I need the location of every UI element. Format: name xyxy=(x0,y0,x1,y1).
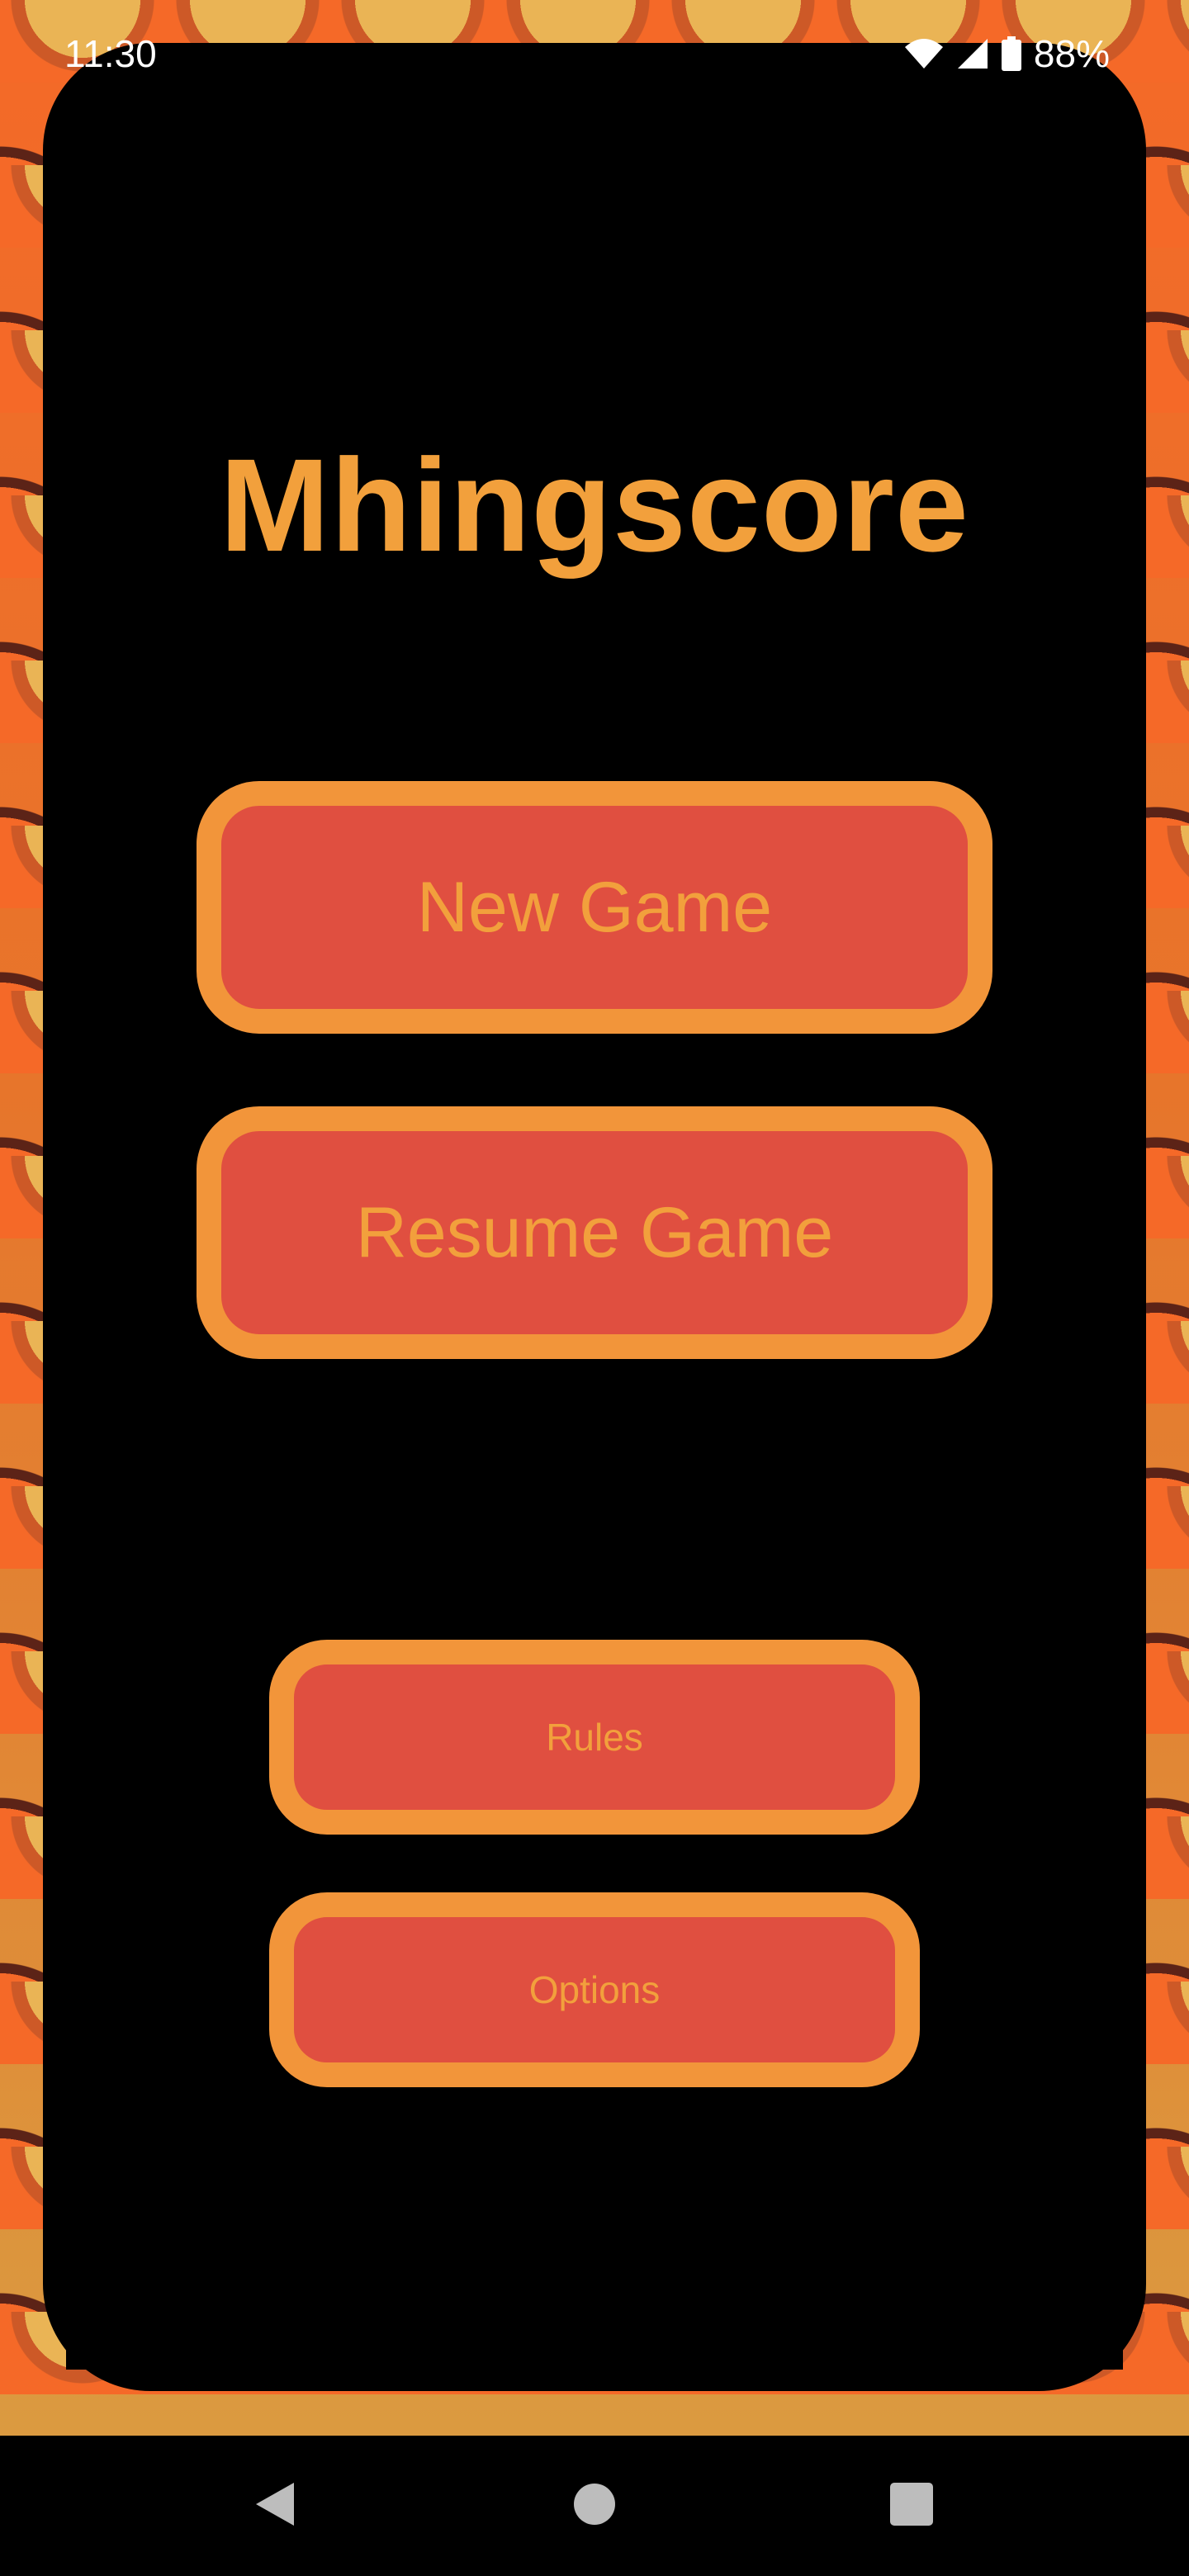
nav-home-button[interactable] xyxy=(528,2436,661,2576)
rules-button[interactable]: Rules xyxy=(269,1640,920,1835)
options-label: Options xyxy=(528,1968,661,2011)
status-icons: 88% xyxy=(903,31,1110,76)
new-game-label: New Game xyxy=(416,867,773,947)
home-icon xyxy=(571,2481,618,2531)
recents-icon xyxy=(888,2481,935,2531)
resume-game-button[interactable]: Resume Game xyxy=(197,1106,992,1359)
signal-icon xyxy=(956,37,989,70)
nav-back-button[interactable] xyxy=(208,2436,340,2576)
status-bar: 11:30 88% xyxy=(0,0,1189,107)
app-title: Mhingscore xyxy=(220,431,969,579)
new-game-button[interactable]: New Game xyxy=(197,781,992,1034)
nav-recents-button[interactable] xyxy=(846,2436,978,2576)
options-button[interactable]: Options xyxy=(269,1892,920,2087)
status-time: 11:30 xyxy=(64,32,157,75)
rules-label: Rules xyxy=(546,1716,643,1759)
navigation-bar xyxy=(0,2436,1189,2576)
resume-game-label: Resume Game xyxy=(355,1192,834,1272)
back-icon xyxy=(251,2479,297,2533)
battery-percentage: 88% xyxy=(1033,32,1110,75)
wifi-icon xyxy=(903,37,945,70)
battery-icon xyxy=(1001,36,1022,71)
